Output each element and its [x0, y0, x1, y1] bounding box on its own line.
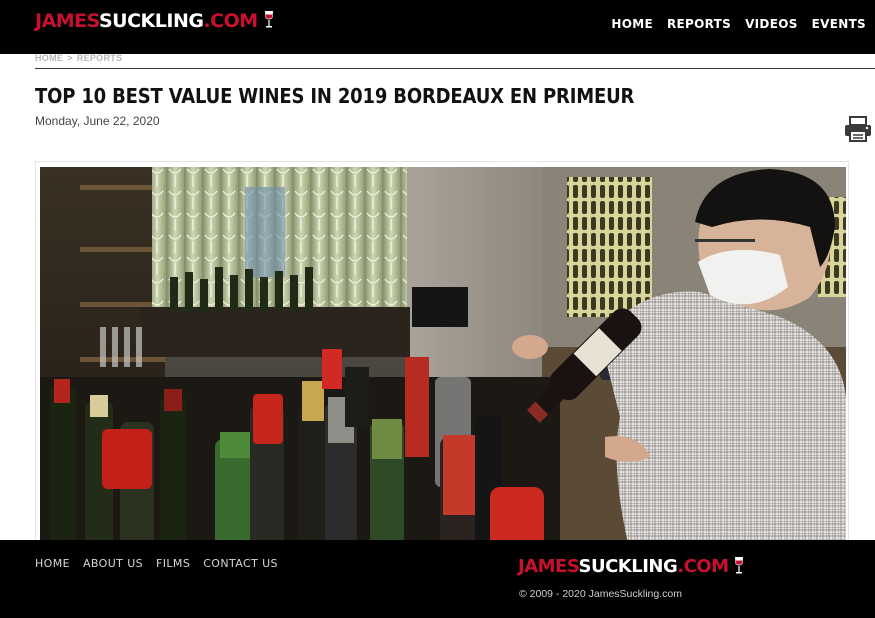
footer-link-films[interactable]: FILMS	[156, 557, 190, 570]
footer-link-home[interactable]: HOME	[35, 557, 70, 570]
wine-glass-icon	[735, 557, 744, 574]
footer-link-contact-us[interactable]: CONTACT US	[203, 557, 278, 570]
breadcrumb-separator: >	[67, 53, 73, 63]
breadcrumb-home[interactable]: HOME	[35, 53, 63, 63]
footer-logo[interactable]: JAMESSUCKLING.COM	[518, 556, 744, 578]
footer-link-about-us[interactable]: ABOUT US	[83, 557, 143, 570]
breadcrumb: HOME > REPORTS	[35, 53, 122, 63]
article-photo	[40, 167, 846, 552]
nav-videos[interactable]: VIDEOS	[745, 16, 798, 32]
printer-icon[interactable]	[844, 116, 872, 142]
article-date: Monday, June 22, 2020	[35, 114, 160, 128]
header-divider	[35, 68, 875, 69]
nav-reports[interactable]: REPORTS	[667, 16, 731, 32]
site-footer: HOME ABOUT US FILMS CONTACT US JAMESSUCK…	[0, 540, 875, 618]
site-logo[interactable]: JAMESSUCKLING.COM	[35, 10, 274, 32]
top-header: JAMESSUCKLING.COM HOME REPORTS VIDEOS EV…	[0, 0, 875, 54]
wine-glass-icon	[264, 11, 273, 28]
page-title: TOP 10 BEST VALUE WINES IN 2019 BORDEAUX…	[35, 84, 635, 108]
footer-nav: HOME ABOUT US FILMS CONTACT US	[35, 557, 278, 570]
copyright-text: © 2009 - 2020 JamesSuckling.com	[519, 588, 682, 600]
article-image-frame	[35, 161, 849, 552]
wine-tasting-photo	[40, 167, 846, 552]
nav-events[interactable]: EVENTS	[812, 16, 866, 32]
nav-home[interactable]: HOME	[611, 16, 653, 32]
breadcrumb-reports[interactable]: REPORTS	[77, 53, 123, 63]
main-nav: HOME REPORTS VIDEOS EVENTS	[611, 16, 866, 32]
